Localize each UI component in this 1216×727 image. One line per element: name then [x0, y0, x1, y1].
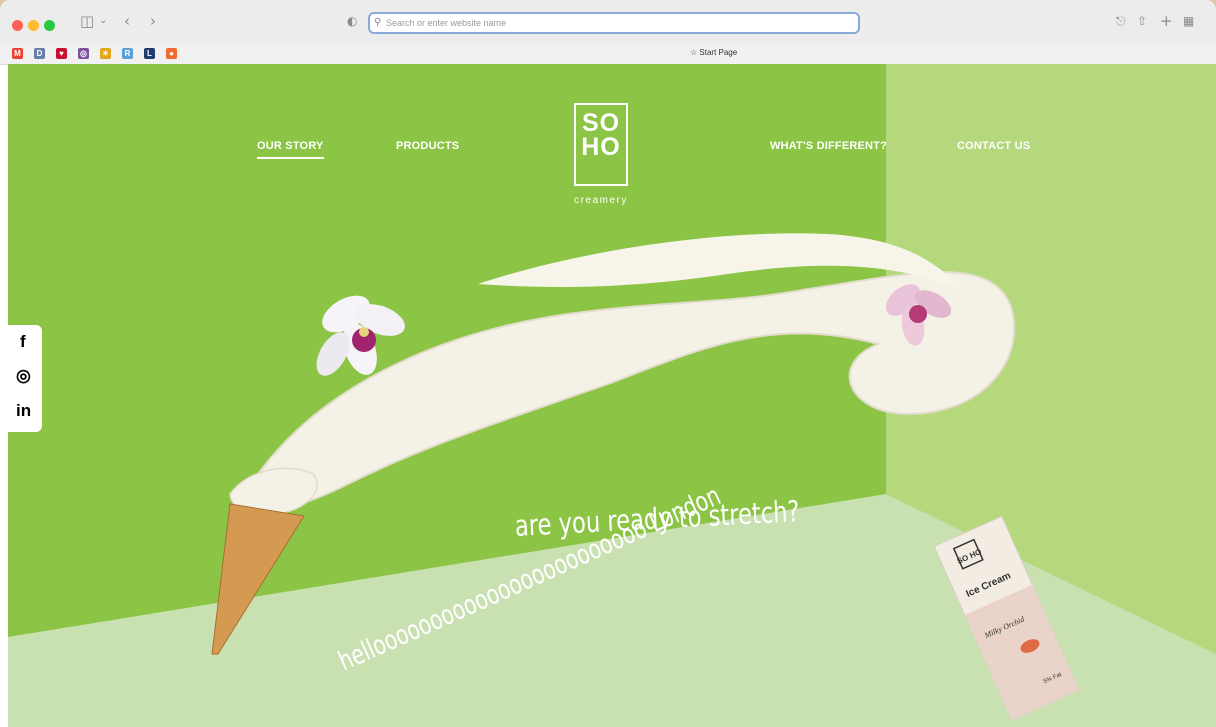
favorite-app6[interactable]: R — [122, 48, 133, 59]
webpage: SO HO Ice Cream Milky Orchid 5% Fat OUR … — [8, 64, 1216, 727]
facebook-icon[interactable]: f — [20, 332, 26, 352]
address-bar[interactable]: ⚲ — [368, 12, 860, 34]
shield-icon[interactable]: ◐ — [347, 12, 357, 30]
tab-overview-icon[interactable]: ▦ — [1183, 12, 1194, 30]
minimize-window-button[interactable] — [28, 20, 39, 31]
favorite-gmail[interactable]: M — [12, 48, 23, 59]
nav-whats-different[interactable]: WHAT'S DIFFERENT? — [770, 140, 887, 152]
start-page-label: Start Page — [699, 48, 738, 57]
close-window-button[interactable] — [12, 20, 23, 31]
favorite-app8[interactable]: ● — [166, 48, 177, 59]
zoom-window-button[interactable] — [44, 20, 55, 31]
favorite-app7[interactable]: L — [144, 48, 155, 59]
favorite-app4[interactable]: ◎ — [78, 48, 89, 59]
browser-window: ◫ ⌄ ‹ › ◐ ⚲ ⎋ ⇧ + ▦ MD ♥ ◎ ✶ RL ● ☆ Start Pag… — [0, 0, 1216, 727]
nav-contact-us[interactable]: CONTACT US — [957, 140, 1030, 152]
nav-products[interactable]: PRODUCTS — [396, 140, 459, 152]
browser-toolbar: ◫ ⌄ ‹ › ◐ ⚲ ⎋ ⇧ + ▦ — [0, 0, 1216, 45]
logo-line-2: HO — [581, 133, 621, 161]
share-icon[interactable]: ⇧ — [1137, 12, 1147, 30]
soho-logo[interactable]: SO HO — [574, 103, 628, 186]
address-input[interactable] — [386, 14, 846, 32]
favorite-app3[interactable]: ♥ — [56, 48, 67, 59]
new-tab-button[interactable]: + — [1160, 12, 1173, 30]
logo-line-1: SO — [581, 109, 621, 137]
instagram-icon[interactable]: ◎ — [16, 366, 31, 386]
downloads-icon[interactable]: ⎋ — [1116, 12, 1126, 30]
start-page-link[interactable]: ☆ Start Page — [690, 48, 737, 57]
favorite-app2[interactable]: D — [34, 48, 45, 59]
star-icon: ☆ — [690, 48, 698, 57]
social-sidebar: f ◎ in — [8, 325, 42, 432]
chevron-down-icon[interactable]: ⌄ — [99, 12, 107, 30]
favorite-app5[interactable]: ✶ — [100, 48, 111, 59]
search-icon: ⚲ — [374, 17, 382, 28]
sidebar-icon[interactable]: ◫ — [80, 12, 94, 30]
forward-button[interactable]: › — [150, 12, 156, 30]
nav-our-story[interactable]: OUR STORY — [257, 140, 324, 159]
favorites-bar: M D ♥ ◎ ✶ R L ● — [0, 44, 1216, 65]
back-button[interactable]: ‹ — [124, 12, 130, 30]
logo-subtitle: creamery — [574, 195, 628, 206]
linkedin-icon[interactable]: in — [16, 401, 31, 421]
